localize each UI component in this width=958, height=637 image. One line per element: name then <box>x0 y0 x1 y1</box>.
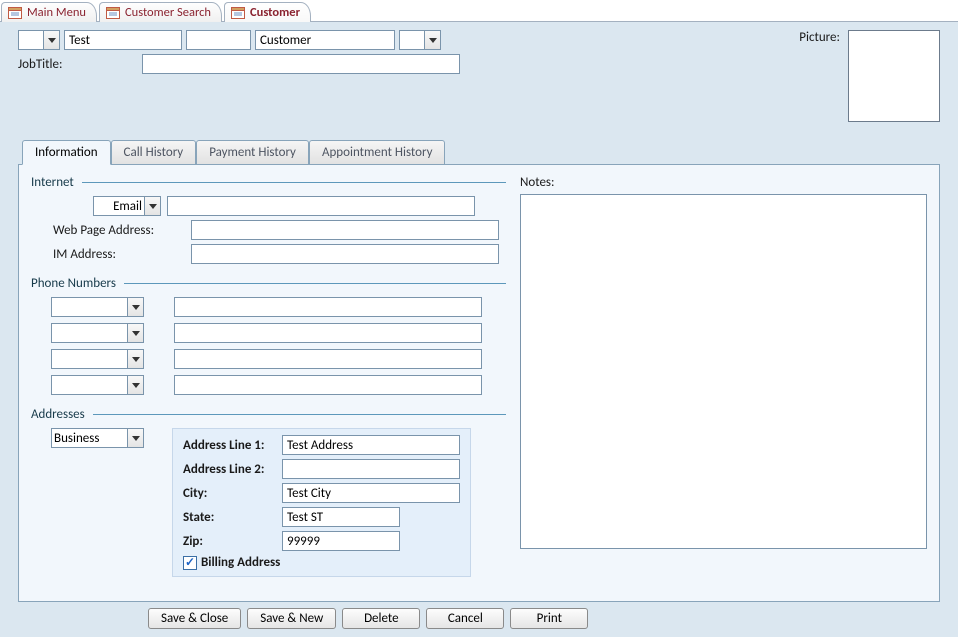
addr-line2-label: Address Line 2: <box>183 462 278 477</box>
suffix-input[interactable] <box>400 31 424 49</box>
window-tab-customer-search[interactable]: Customer Search <box>99 2 222 22</box>
phone-number-input[interactable] <box>174 297 482 317</box>
email-input[interactable] <box>167 196 475 216</box>
dropdown-icon[interactable] <box>127 376 143 394</box>
window-tab-customer[interactable]: Customer <box>224 2 311 22</box>
form-icon <box>231 7 245 19</box>
tab-information[interactable]: Information <box>22 140 111 165</box>
addr-state-label: State: <box>183 510 278 525</box>
dropdown-icon[interactable] <box>424 31 440 49</box>
email-type-input[interactable] <box>94 197 144 215</box>
form-icon <box>8 7 22 19</box>
print-button[interactable]: Print <box>510 608 588 629</box>
last-name-input[interactable] <box>255 30 395 50</box>
jobtitle-label: JobTitle: <box>18 57 138 72</box>
window-tab-label: Customer <box>250 5 300 20</box>
dropdown-icon[interactable] <box>127 350 143 368</box>
phone-type-combo[interactable] <box>51 375 144 395</box>
save-new-button[interactable]: Save & New <box>247 608 336 629</box>
window-tab-label: Customer Search <box>125 5 211 20</box>
dropdown-icon[interactable] <box>127 429 143 447</box>
phone-number-input[interactable] <box>174 323 482 343</box>
web-label: Web Page Address: <box>53 223 185 238</box>
addr-city-label: City: <box>183 486 278 501</box>
middle-name-input[interactable] <box>186 30 251 50</box>
addr-line2-input[interactable] <box>282 459 460 479</box>
phone-type-input[interactable] <box>52 376 127 394</box>
phone-number-input[interactable] <box>174 375 482 395</box>
addr-line1-input[interactable] <box>282 435 460 455</box>
dropdown-icon[interactable] <box>43 31 59 49</box>
phone-section: Phone Numbers <box>31 276 506 395</box>
web-input[interactable] <box>191 220 499 240</box>
phone-type-input[interactable] <box>52 350 127 368</box>
form-icon <box>106 7 120 19</box>
address-heading: Addresses <box>31 407 85 422</box>
billing-checkbox-row[interactable]: Billing Address <box>183 555 460 570</box>
picture-label: Picture: <box>799 30 840 45</box>
tab-call-history[interactable]: Call History <box>111 140 197 164</box>
jobtitle-input[interactable] <box>142 54 460 74</box>
phone-heading: Phone Numbers <box>31 276 116 291</box>
email-type-combo[interactable] <box>93 196 161 216</box>
phone-type-combo[interactable] <box>51 349 144 369</box>
im-label: IM Address: <box>53 247 185 262</box>
billing-checkbox[interactable] <box>183 556 197 570</box>
phone-type-combo[interactable] <box>51 297 144 317</box>
suffix-combo[interactable] <box>399 30 441 50</box>
internet-section: Internet Web Page A <box>31 175 506 264</box>
button-row: Save & Close Save & New Delete Cancel Pr… <box>148 608 940 629</box>
window-tab-bar: Main Menu Customer Search Customer <box>0 0 958 22</box>
tab-payment-history[interactable]: Payment History <box>196 140 309 164</box>
addr-zip-label: Zip: <box>183 534 278 549</box>
inner-tab-strip: Information Call History Payment History… <box>22 140 940 164</box>
addr-zip-input[interactable] <box>282 531 400 551</box>
addr-line1-label: Address Line 1: <box>183 438 278 453</box>
phone-type-input[interactable] <box>52 324 127 342</box>
title-combo[interactable] <box>18 30 60 50</box>
addr-city-input[interactable] <box>282 483 460 503</box>
phone-type-input[interactable] <box>52 298 127 316</box>
notes-textarea[interactable] <box>520 194 927 549</box>
phone-number-input[interactable] <box>174 349 482 369</box>
address-type-input[interactable] <box>52 429 127 447</box>
tab-appointment-history[interactable]: Appointment History <box>309 140 446 164</box>
dropdown-icon[interactable] <box>144 197 160 215</box>
notes-label: Notes: <box>520 175 555 190</box>
billing-label: Billing Address <box>201 555 280 570</box>
picture-box[interactable] <box>848 30 940 122</box>
window-tab-main-menu[interactable]: Main Menu <box>1 2 97 22</box>
title-input[interactable] <box>19 31 43 49</box>
delete-button[interactable]: Delete <box>342 608 420 629</box>
dropdown-icon[interactable] <box>127 324 143 342</box>
address-type-combo[interactable] <box>51 428 144 448</box>
addr-state-input[interactable] <box>282 507 400 527</box>
im-input[interactable] <box>191 244 499 264</box>
internet-heading: Internet <box>31 175 74 190</box>
first-name-input[interactable] <box>64 30 182 50</box>
cancel-button[interactable]: Cancel <box>426 608 504 629</box>
address-section: Addresses Address Line 1: Address Line 2… <box>31 407 506 577</box>
dropdown-icon[interactable] <box>127 298 143 316</box>
address-card: Address Line 1: Address Line 2: City: St… <box>172 428 471 577</box>
save-close-button[interactable]: Save & Close <box>148 608 241 629</box>
phone-type-combo[interactable] <box>51 323 144 343</box>
window-tab-label: Main Menu <box>27 5 86 20</box>
